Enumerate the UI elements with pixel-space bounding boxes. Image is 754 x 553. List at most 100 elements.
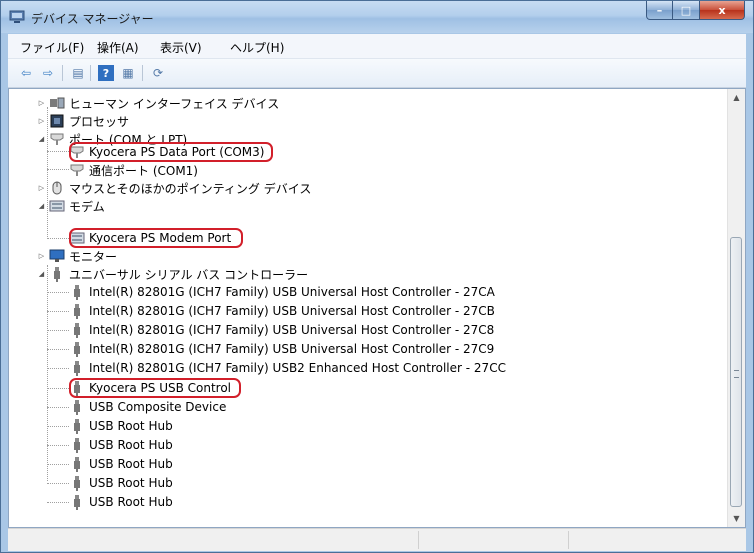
usb-plug-icon bbox=[49, 266, 65, 282]
highlight-outline bbox=[69, 142, 273, 162]
scrollbar-thumb[interactable] bbox=[730, 237, 742, 507]
collapse-arrow-icon[interactable]: ◢ bbox=[37, 135, 46, 144]
maximize-button[interactable]: □ bbox=[673, 1, 700, 20]
tree-line bbox=[47, 368, 69, 370]
grip-icon bbox=[734, 370, 739, 378]
console-tree-icon[interactable]: ▤ bbox=[70, 65, 86, 81]
port-icon bbox=[69, 162, 85, 178]
device-manager-icon bbox=[9, 10, 25, 24]
tree-node-modem[interactable]: ◢ モデム bbox=[37, 197, 105, 215]
tree-label: Intel(R) 82801G (ICH7 Family) USB Univer… bbox=[89, 285, 495, 299]
tree-line bbox=[47, 406, 69, 408]
collapse-arrow-icon[interactable]: ◢ bbox=[37, 202, 46, 211]
tree-label: Intel(R) 82801G (ICH7 Family) USB2 Enhan… bbox=[89, 361, 506, 376]
forward-arrow-icon[interactable]: ⇨ bbox=[40, 65, 56, 81]
expand-arrow-icon[interactable]: ▷ bbox=[37, 184, 46, 193]
tree-label: 通信ポート (COM1) bbox=[89, 163, 198, 178]
tree-node-hid[interactable]: ▷ ヒューマン インターフェイス デバイス bbox=[37, 94, 279, 112]
tree-label: Intel(R) 82801G (ICH7 Family) USB Univer… bbox=[89, 304, 495, 319]
usb-plug-icon bbox=[69, 341, 85, 358]
scroll-up-arrow-icon[interactable]: ▲ bbox=[728, 89, 745, 106]
status-cell bbox=[418, 531, 569, 549]
monitor-icon bbox=[49, 248, 65, 264]
tree-label: モデム bbox=[69, 199, 105, 214]
tree-line bbox=[47, 238, 69, 239]
tree-node-usb-device[interactable]: Intel(R) 82801G (ICH7 Family) USB Univer… bbox=[69, 321, 494, 339]
menu-file[interactable]: ファイル(F) bbox=[20, 39, 84, 56]
usb-plug-icon bbox=[69, 437, 85, 453]
tree-node-usb-device[interactable]: USB Root Hub bbox=[69, 474, 173, 492]
tree-line bbox=[47, 463, 69, 465]
device-tree[interactable]: ▷ ヒューマン インターフェイス デバイス ▷ プロセッサ ◢ ポート (COM… bbox=[8, 88, 746, 528]
tree-line bbox=[47, 483, 69, 484]
tree-node-usb[interactable]: ◢ ユニバーサル シリアル バス コントローラー bbox=[37, 265, 308, 283]
tree-label: プロセッサ bbox=[69, 114, 130, 129]
properties-icon[interactable]: ▦ bbox=[120, 65, 136, 81]
tree-line bbox=[47, 265, 48, 481]
tree-line bbox=[47, 387, 69, 389]
tree-node-usb-device[interactable]: Intel(R) 82801G (ICH7 Family) USB Univer… bbox=[69, 283, 495, 301]
usb-plug-icon bbox=[69, 418, 85, 434]
tree-label: ユニバーサル シリアル バス コントローラー bbox=[69, 267, 309, 282]
tree-line bbox=[47, 151, 69, 152]
tree-node-usb-device[interactable]: Intel(R) 82801G (ICH7 Family) USB Univer… bbox=[69, 340, 494, 358]
window-title: デバイス マネージャー bbox=[31, 12, 154, 26]
toolbar-separator bbox=[142, 65, 143, 81]
toolbar: ⇦ ⇨ ▤ ? ▦ ⟳ bbox=[8, 59, 746, 88]
usb-plug-icon bbox=[69, 360, 85, 377]
tree-label: USB Root Hub bbox=[89, 437, 173, 452]
tree-node-usb-device[interactable]: Intel(R) 82801G (ICH7 Family) USB2 Enhan… bbox=[69, 359, 506, 377]
tree-line bbox=[47, 502, 69, 504]
status-bar bbox=[8, 528, 746, 551]
tree-node-usb-device[interactable]: USB Root Hub bbox=[69, 455, 173, 473]
menu-help[interactable]: ヘルプ(H) bbox=[230, 39, 284, 56]
tree-line bbox=[47, 349, 69, 351]
tree-label: USB Root Hub bbox=[89, 476, 173, 490]
menu-view[interactable]: 表示(V) bbox=[160, 39, 202, 56]
tree-line bbox=[47, 169, 69, 170]
tree-label: USB Root Hub bbox=[89, 418, 173, 433]
tree-label: Intel(R) 82801G (ICH7 Family) USB Univer… bbox=[89, 323, 495, 338]
tree-node-mouse[interactable]: ▷ マウスとそのほかのポインティング デバイス bbox=[37, 179, 311, 197]
tree-label: ヒューマン インターフェイス デバイス bbox=[69, 96, 280, 111]
tree-node-usb-device[interactable]: USB Root Hub bbox=[69, 493, 173, 511]
modem-icon bbox=[49, 198, 65, 214]
usb-plug-icon bbox=[69, 399, 85, 415]
close-button[interactable]: x bbox=[700, 1, 745, 20]
tree-node-processor[interactable]: ▷ プロセッサ bbox=[37, 112, 129, 130]
mouse-icon bbox=[49, 180, 65, 196]
tree-line bbox=[47, 311, 69, 313]
tree-label: マウスとそのほかのポインティング デバイス bbox=[69, 181, 312, 196]
expand-arrow-icon[interactable]: ▷ bbox=[37, 117, 46, 126]
tree-label: モニター bbox=[69, 249, 118, 264]
tree-line bbox=[47, 292, 69, 293]
tree-label: USB Root Hub bbox=[89, 495, 173, 510]
collapse-arrow-icon[interactable]: ◢ bbox=[37, 270, 46, 279]
status-cell bbox=[568, 531, 747, 549]
tree-label: USB Composite Device bbox=[89, 399, 227, 414]
back-arrow-icon[interactable]: ⇦ bbox=[18, 65, 34, 81]
usb-plug-icon bbox=[69, 456, 85, 472]
help-icon[interactable]: ? bbox=[98, 65, 114, 81]
tree-node-usb-device[interactable]: USB Composite Device bbox=[69, 398, 226, 416]
processor-icon bbox=[49, 113, 65, 129]
hid-device-icon bbox=[49, 95, 65, 111]
tree-node-monitor[interactable]: ▷ モニター bbox=[37, 247, 117, 265]
title-bar[interactable]: デバイス マネージャー – □ x bbox=[1, 1, 753, 33]
tree-node-usb-device[interactable]: USB Root Hub bbox=[69, 417, 173, 435]
tree-line bbox=[47, 444, 69, 446]
tree-node-usb-device[interactable]: Intel(R) 82801G (ICH7 Family) USB Univer… bbox=[69, 302, 495, 320]
expand-arrow-icon[interactable]: ▷ bbox=[37, 99, 46, 108]
usb-plug-icon bbox=[69, 284, 85, 300]
usb-plug-icon bbox=[69, 322, 85, 339]
vertical-scrollbar[interactable]: ▲ ▼ bbox=[727, 89, 745, 527]
scroll-down-arrow-icon[interactable]: ▼ bbox=[728, 510, 745, 527]
expand-arrow-icon[interactable]: ▷ bbox=[37, 252, 46, 261]
port-icon bbox=[49, 131, 65, 147]
tree-node-com1[interactable]: 通信ポート (COM1) bbox=[69, 161, 198, 179]
scan-hardware-icon[interactable]: ⟳ bbox=[150, 65, 166, 81]
menu-action[interactable]: 操作(A) bbox=[97, 39, 139, 56]
minimize-button[interactable]: – bbox=[646, 1, 673, 20]
tree-node-usb-device[interactable]: USB Root Hub bbox=[69, 436, 173, 454]
caption-buttons: – □ x bbox=[646, 1, 745, 21]
